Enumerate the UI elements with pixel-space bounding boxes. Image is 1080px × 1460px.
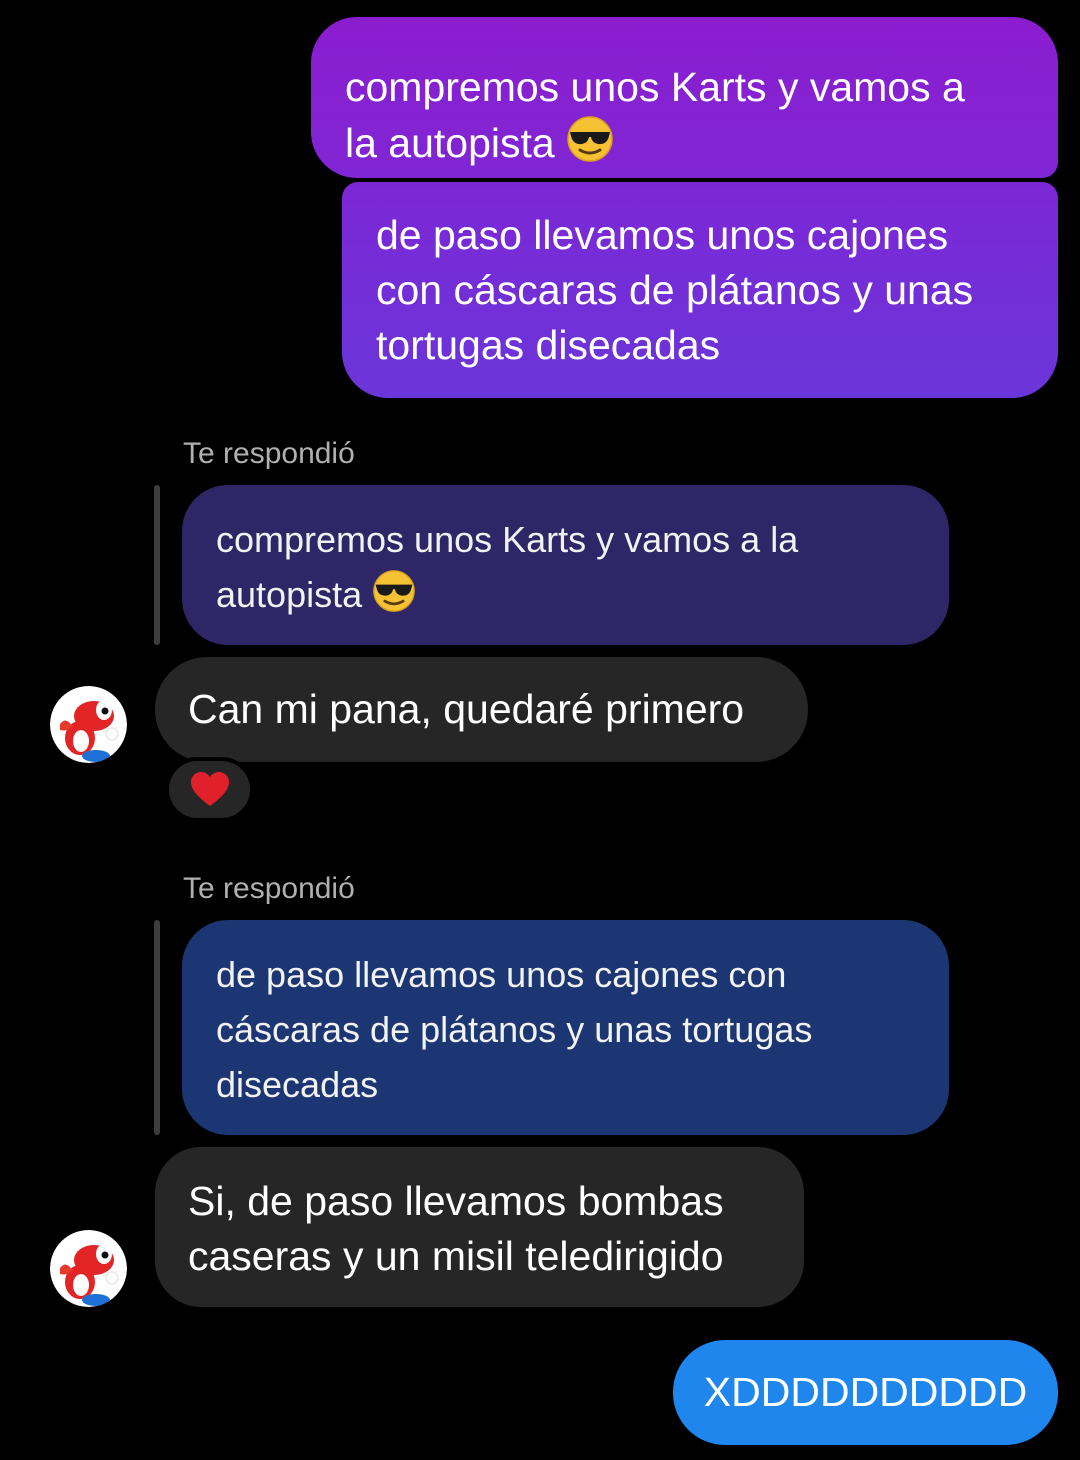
received-message-text: Can mi pana, quedaré primero [188, 686, 745, 732]
quoted-message-line: de paso llevamos unos cajones con [216, 954, 787, 995]
reply-label: Te respondió [183, 437, 355, 470]
sent-message-line: tortugas disecadas [376, 322, 721, 368]
received-message-bubble[interactable]: Si, de paso llevamos bombas caseras y un… [155, 1147, 804, 1307]
quoted-message-line: compremos unos Karts y vamos a la [216, 519, 799, 560]
received-message-bubble[interactable]: Can mi pana, quedaré primero [155, 657, 808, 762]
sunglasses-face-emoji-icon [566, 115, 614, 177]
quoted-message-line: disecadas [216, 1064, 379, 1105]
quoted-message[interactable]: compremos unos Karts y vamos a la autopi… [182, 485, 949, 645]
red-heart-emoji-icon [190, 771, 229, 806]
reply-label: Te respondió [183, 872, 355, 905]
sent-message-text: XDDDDDDDDDD [703, 1369, 1028, 1415]
received-message-line: caseras y un misil teledirigido [188, 1233, 724, 1279]
contact-avatar[interactable] [50, 686, 127, 763]
message-reaction[interactable] [165, 757, 254, 822]
sent-message-line: de paso llevamos unos cajones [376, 212, 949, 258]
sent-message-line: con cáscaras de plátanos y unas [376, 267, 974, 313]
quoted-message-line-with-emoji: autopista [216, 567, 915, 628]
received-message-line: Si, de paso llevamos bombas [188, 1178, 724, 1224]
sent-message-bubble[interactable]: compremos unos Karts y vamos a la autopi… [311, 17, 1058, 178]
reply-indicator-bar [154, 485, 160, 645]
red-yoshi-avatar-icon [50, 1230, 127, 1307]
red-yoshi-avatar-icon [50, 686, 127, 763]
sent-message-bubble[interactable]: de paso llevamos unos cajones con cáscar… [342, 182, 1058, 398]
reply-indicator-bar [154, 920, 160, 1135]
sent-message-line-with-emoji: la autopista [345, 115, 1028, 177]
contact-avatar[interactable] [50, 1230, 127, 1307]
sent-message-line: compremos unos Karts y vamos a [345, 64, 965, 110]
sunglasses-face-emoji-icon [372, 569, 416, 628]
quoted-message-text: autopista [216, 574, 363, 615]
sent-message-bubble[interactable]: XDDDDDDDDDD [673, 1340, 1058, 1445]
quoted-message-line: cáscaras de plátanos y unas tortugas [216, 1009, 813, 1050]
quoted-message[interactable]: de paso llevamos unos cajones con cáscar… [182, 920, 949, 1135]
sent-message-text: la autopista [345, 120, 555, 166]
